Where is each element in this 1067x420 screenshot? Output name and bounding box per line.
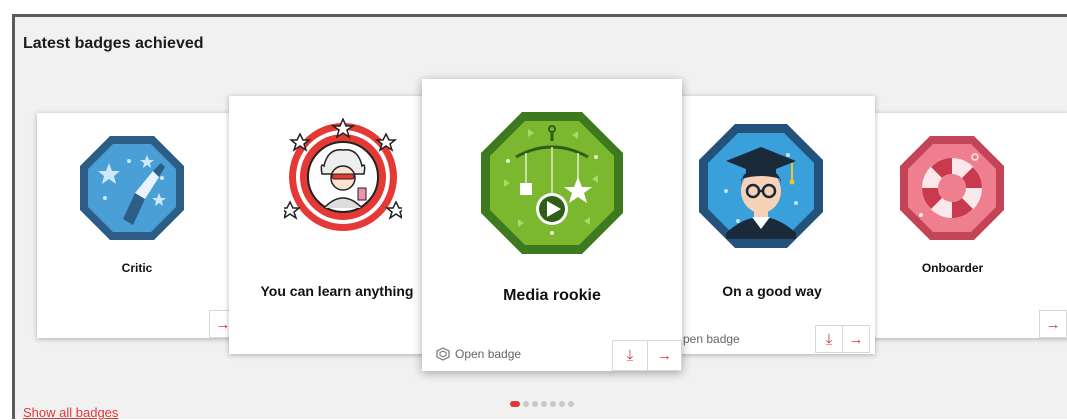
open-badge-label-partial[interactable]: pen badge bbox=[683, 332, 740, 346]
good-way-download-button[interactable]: ⤓ bbox=[815, 325, 843, 353]
badge-card-onboarder[interactable]: Onboarder → bbox=[855, 113, 1067, 338]
badge-card-critic[interactable]: Critic → bbox=[37, 113, 237, 338]
good-way-arrow-button[interactable]: → bbox=[842, 325, 870, 353]
carousel-dot[interactable] bbox=[550, 401, 556, 407]
carousel-dot[interactable] bbox=[510, 401, 520, 407]
badge-name-critic: Critic bbox=[121, 261, 153, 275]
lifebuoy-badge-icon bbox=[900, 136, 1004, 240]
graduate-badge-icon bbox=[699, 124, 823, 248]
open-badge-link[interactable]: Open badge bbox=[455, 347, 521, 361]
media-rookie-arrow-button[interactable]: → bbox=[647, 340, 682, 371]
badge-name-good-way: On a good way bbox=[722, 283, 822, 299]
critic-badge-icon bbox=[80, 136, 184, 240]
badge-card-good-way[interactable]: pen badge On a good way ⤓ → bbox=[669, 96, 875, 354]
carousel-dot[interactable] bbox=[532, 401, 538, 407]
carousel-dot[interactable] bbox=[568, 401, 574, 407]
show-all-badges-link[interactable]: Show all badges bbox=[23, 405, 118, 420]
media-rookie-download-button[interactable]: ⤓ bbox=[612, 340, 648, 371]
carousel-dot[interactable] bbox=[523, 401, 529, 407]
carousel-pagination[interactable] bbox=[510, 401, 574, 407]
open-badge-icon bbox=[436, 347, 450, 361]
media-badge-icon bbox=[481, 112, 623, 254]
section-title: Latest badges achieved bbox=[23, 35, 204, 52]
carousel-dot[interactable] bbox=[541, 401, 547, 407]
carousel-dot[interactable] bbox=[559, 401, 565, 407]
badges-panel: Latest badges achieved Critic → Onboarde… bbox=[12, 14, 1067, 420]
scientist-badge-icon bbox=[284, 118, 402, 231]
badge-name-media-rookie: Media rookie bbox=[503, 287, 601, 304]
onboarder-arrow-button[interactable]: → bbox=[1039, 310, 1067, 338]
badge-card-media-rookie[interactable]: Media rookie Open badge ⤓ → bbox=[422, 79, 682, 371]
